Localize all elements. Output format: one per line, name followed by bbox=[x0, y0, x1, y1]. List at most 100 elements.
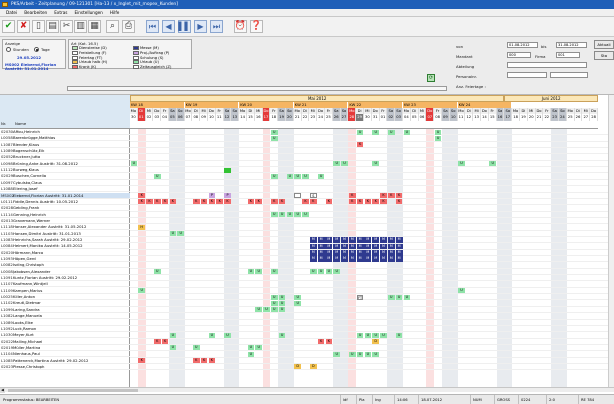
absence-entry[interactable]: U bbox=[356, 351, 364, 357]
employee-row[interactable]: 02013 Gravemann,Werner bbox=[0, 218, 130, 224]
abteilung-select[interactable] bbox=[507, 62, 587, 68]
legend-item-m[interactable]: Messe (M) bbox=[133, 46, 159, 50]
day-number-cell[interactable]: 02 bbox=[387, 114, 396, 121]
day-number-cell[interactable]: 30 bbox=[130, 114, 138, 121]
absence-entry[interactable]: U bbox=[341, 161, 348, 167]
absence-entry[interactable]: U bbox=[302, 212, 309, 218]
absence-entry[interactable]: U bbox=[208, 332, 216, 338]
employee-row[interactable]: 02020 Hörmann,Marco bbox=[0, 250, 130, 256]
day-number-cell[interactable]: 04 bbox=[161, 114, 169, 121]
absence-entry[interactable]: K bbox=[364, 199, 372, 205]
menu-item-datei[interactable]: Datei bbox=[6, 10, 17, 15]
day-number-cell[interactable]: 23 bbox=[309, 114, 318, 121]
day-number-cell[interactable]: 11 bbox=[215, 114, 224, 121]
absence-entry[interactable]: K bbox=[349, 193, 356, 198]
day-number-cell[interactable]: 26 bbox=[574, 114, 583, 121]
day-number-cell[interactable]: 05 bbox=[410, 114, 419, 121]
messe-entry[interactable]: M bbox=[364, 237, 372, 243]
legend-item-d[interactable]: Dienstreise (D) bbox=[72, 46, 107, 50]
employee-row[interactable]: 02019 Müller,Martina bbox=[0, 345, 130, 351]
next-button[interactable]: ▶ bbox=[194, 20, 207, 33]
day-number-cell[interactable]: 20 bbox=[286, 114, 294, 121]
absence-entry[interactable]: U bbox=[130, 161, 138, 167]
employee-row[interactable]: L1082 Lange,Manuela bbox=[0, 313, 130, 320]
day-number-cell[interactable]: 24 bbox=[559, 114, 567, 121]
absence-entry[interactable]: K bbox=[325, 339, 333, 345]
pause-button[interactable]: ▌▌ bbox=[178, 20, 191, 33]
absence-entry[interactable]: U bbox=[434, 129, 442, 135]
absence-entry[interactable]: K bbox=[325, 199, 333, 205]
messe-entry[interactable]: M bbox=[341, 237, 348, 243]
absence-entry[interactable] bbox=[294, 193, 301, 198]
day-number-cell[interactable]: 05 bbox=[169, 114, 177, 121]
messe-entry[interactable]: M bbox=[387, 237, 395, 243]
absence-entry[interactable]: P bbox=[224, 193, 231, 198]
day-number-cell[interactable]: 15 bbox=[247, 114, 255, 121]
messe-entry[interactable]: M bbox=[325, 256, 333, 263]
legend-item-f[interactable]: Freistellung (F) bbox=[72, 50, 106, 55]
absence-entry[interactable]: U bbox=[434, 135, 442, 141]
employee-row[interactable]: L1099 Laring,Sandra bbox=[0, 307, 130, 313]
employee-row[interactable]: L1085 Pattenerck,Martina Austritt: 29.02.… bbox=[0, 358, 130, 364]
employee-row[interactable]: 02022 Malling,Michael bbox=[0, 339, 130, 345]
messe-entry[interactable]: M bbox=[372, 243, 380, 250]
employee-row[interactable]: L0082 Isding,Christoph bbox=[0, 262, 130, 269]
employee-row[interactable]: L1089 Looks,Elke bbox=[0, 320, 130, 326]
messe-entry[interactable]: M bbox=[341, 249, 348, 256]
absence-entry[interactable]: U bbox=[380, 332, 387, 338]
absence-entry[interactable]: K bbox=[278, 199, 286, 205]
employee-row[interactable]: L0098 Brüning,Anke Austritt: 31.08.2012 bbox=[0, 161, 130, 167]
absence-entry[interactable]: U bbox=[489, 161, 496, 167]
absence-entry[interactable]: K bbox=[146, 199, 153, 205]
employee-row[interactable]: 02028 Gebling,Frank bbox=[0, 205, 130, 212]
first-button[interactable]: ⏮ bbox=[146, 20, 159, 33]
employee-row[interactable]: 02030 Affou,Heinrich bbox=[0, 129, 130, 136]
day-number-cell[interactable]: 02 bbox=[145, 114, 154, 121]
day-number-cell[interactable]: 07 bbox=[426, 114, 435, 121]
absence-entry[interactable]: U bbox=[271, 307, 278, 313]
absence-entry[interactable]: D bbox=[294, 364, 301, 370]
absence-entry[interactable]: U bbox=[294, 212, 301, 218]
employee-row[interactable]: L1109 Kampen,Marius bbox=[0, 288, 130, 294]
personalnr-input[interactable] bbox=[507, 72, 547, 78]
employee-row[interactable]: L0084 Helmert,Monika Austritt: 14.05.2012 bbox=[0, 243, 130, 250]
bis-date-input[interactable]: 31.08.2012 bbox=[556, 42, 587, 48]
day-number-cell[interactable]: 04 bbox=[403, 114, 411, 121]
day-number-cell[interactable]: 16 bbox=[496, 114, 505, 121]
absence-entry[interactable]: U bbox=[333, 351, 340, 357]
messe-entry[interactable]: M bbox=[356, 256, 364, 263]
day-number-cell[interactable]: 23 bbox=[551, 114, 559, 121]
absence-entry[interactable]: U bbox=[278, 294, 286, 300]
absence-entry[interactable]: U bbox=[286, 212, 294, 218]
messe-entry[interactable]: M bbox=[348, 249, 356, 256]
employee-row[interactable]: L0025 Killer,Anton bbox=[0, 294, 130, 301]
messe-entry[interactable]: M bbox=[341, 243, 348, 250]
last-button[interactable]: ⏭ bbox=[210, 20, 223, 33]
print-button[interactable]: ⎙ bbox=[122, 20, 135, 33]
absence-entry[interactable]: K bbox=[154, 339, 161, 345]
legend-item-p[interactable]: Proj-/Auftrag (P) bbox=[133, 50, 169, 55]
absence-entry[interactable]: U bbox=[364, 351, 372, 357]
legend-item-h[interactable]: Urlaub halb (H) bbox=[72, 60, 107, 65]
preview-button[interactable]: ▦ bbox=[88, 20, 101, 33]
day-number-cell[interactable]: 09 bbox=[200, 114, 208, 121]
absence-entry[interactable]: U bbox=[169, 345, 177, 351]
absence-entry[interactable]: K bbox=[208, 358, 216, 364]
absence-entry[interactable]: U bbox=[193, 345, 200, 351]
absence-entry[interactable]: U bbox=[271, 212, 278, 218]
day-number-cell[interactable]: 22 bbox=[301, 114, 310, 121]
absence-entry[interactable]: U bbox=[388, 294, 395, 300]
absence-entry[interactable]: K bbox=[169, 199, 177, 205]
absence-entry[interactable]: K bbox=[193, 199, 200, 205]
day-number-cell[interactable]: 11 bbox=[457, 114, 466, 121]
legend-item-z[interactable]: Zeitausgleich (Z) bbox=[133, 65, 171, 70]
messe-entry[interactable]: M bbox=[317, 243, 325, 250]
day-number-cell[interactable]: 01 bbox=[379, 114, 388, 121]
menu-item-bearbeiten[interactable]: Bearbeiten bbox=[24, 10, 47, 15]
day-number-cell[interactable]: 22 bbox=[543, 114, 552, 121]
absence-entry[interactable]: U bbox=[294, 300, 301, 306]
absence-entry[interactable]: D bbox=[310, 364, 317, 370]
employee-row[interactable]: L0008 Jakobsen,Alexander bbox=[0, 269, 130, 275]
absence-entry[interactable]: U bbox=[138, 288, 145, 294]
paste-button[interactable]: ▥ bbox=[74, 20, 87, 33]
